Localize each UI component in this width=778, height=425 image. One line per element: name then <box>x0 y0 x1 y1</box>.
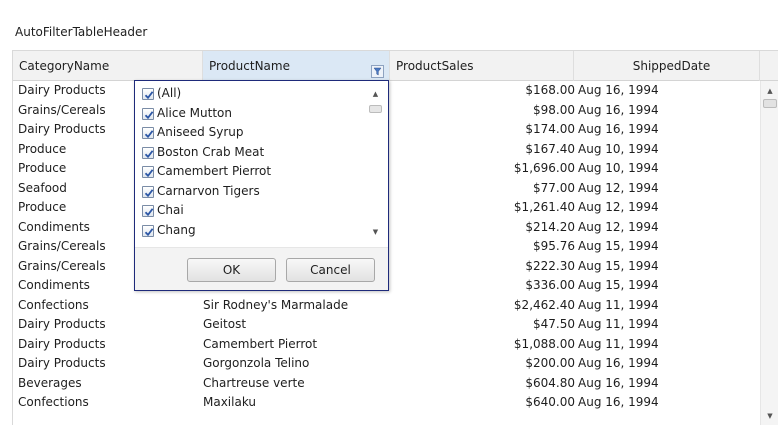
date-cell: Aug 15, 1994 <box>578 239 659 253</box>
sales-cell: $1,088.00 <box>513 336 575 351</box>
column-header-label: ProductSales <box>396 59 474 73</box>
product-cell: Chartreuse verte <box>203 375 305 390</box>
table-row[interactable]: Dairy Products Gorgonzola Telino $200.00 Au… <box>13 354 760 374</box>
cancel-button[interactable]: Cancel <box>286 258 375 282</box>
date-cell: Aug 15, 1994 <box>578 278 659 292</box>
sales-cell: $2,462.40 <box>513 297 575 312</box>
sales-cell: $167.40 <box>525 141 575 156</box>
scroll-down-arrow-icon[interactable]: ▼ <box>761 410 778 422</box>
category-cell: Dairy Products <box>18 356 106 370</box>
product-cell: Camembert Pierrot <box>203 336 318 351</box>
scrollbar-thumb[interactable] <box>369 105 382 113</box>
date-cell: Aug 16, 1994 <box>578 395 659 409</box>
date-cell: Aug 15, 1994 <box>578 258 659 273</box>
filter-option-label: Aniseed Syrup <box>157 125 244 139</box>
filter-popup: (All) Alice Mutton Aniseed Syrup Boston … <box>134 80 389 291</box>
table-row[interactable]: Dairy Products Geitost $47.50 Aug 11, 1994 <box>13 315 760 335</box>
column-header-label: CategoryName <box>19 59 110 73</box>
column-header-sales[interactable]: ProductSales <box>390 51 574 81</box>
product-cell: Maxilaku <box>203 395 257 409</box>
date-cell: Aug 11, 1994 <box>578 336 659 351</box>
data-table: CategoryName ProductName ProductSales Sh… <box>12 50 778 425</box>
checkbox-checked-icon[interactable] <box>142 224 154 237</box>
category-cell: Dairy Products <box>18 336 106 351</box>
checkbox-checked-icon[interactable] <box>142 185 154 198</box>
sales-cell: $1,696.00 <box>513 161 575 175</box>
checkbox-checked-icon[interactable] <box>142 88 154 100</box>
table-header: CategoryName ProductName ProductSales Sh… <box>13 51 778 81</box>
scroll-down-arrow-icon[interactable]: ▼ <box>367 227 384 237</box>
sales-cell: $174.00 <box>525 122 575 136</box>
sales-cell: $1,261.40 <box>513 200 575 214</box>
scrollbar-thumb[interactable] <box>763 99 777 108</box>
date-cell: Aug 10, 1994 <box>578 141 659 156</box>
sales-cell: $222.30 <box>525 258 575 273</box>
checkbox-checked-icon[interactable] <box>142 205 154 217</box>
column-header-filler <box>760 51 778 81</box>
filter-option-label: Alice Mutton <box>157 105 232 120</box>
table-row[interactable]: Beverages Chartreuse verte $604.80 Aug 16, … <box>13 374 760 394</box>
sales-cell: $200.00 <box>525 356 575 370</box>
column-header-date[interactable]: ShippedDate <box>574 51 760 81</box>
filter-option-list: (All) Alice Mutton Aniseed Syrup Boston … <box>139 84 384 246</box>
date-cell: Aug 16, 1994 <box>578 83 659 97</box>
table-row[interactable]: Confections Sir Rodney's Marmalade $2,462.… <box>13 296 760 316</box>
date-cell: Aug 16, 1994 <box>578 122 659 136</box>
category-cell: Confections <box>18 297 89 312</box>
product-cell: Gorgonzola Telino <box>203 356 310 370</box>
sales-cell: $214.20 <box>525 219 575 234</box>
window-title: AutoFilterTableHeader <box>15 25 148 39</box>
filter-option-label: (All) <box>157 86 182 100</box>
checkbox-checked-icon[interactable] <box>142 127 154 139</box>
date-cell: Aug 16, 1994 <box>578 375 659 390</box>
sales-cell: $47.50 <box>533 317 575 331</box>
sales-cell: $604.80 <box>525 375 575 390</box>
product-cell: Geitost <box>203 317 247 331</box>
filter-option-label: Camembert Pierrot <box>157 164 272 178</box>
product-cell: Sir Rodney's Marmalade <box>203 297 349 312</box>
checkbox-checked-icon[interactable] <box>142 166 154 178</box>
scroll-up-arrow-icon[interactable]: ▲ <box>761 85 778 97</box>
category-cell: Dairy Products <box>18 317 106 331</box>
sales-cell: $95.76 <box>533 239 575 253</box>
filter-list-scrollbar[interactable]: ▲ ▼ <box>367 84 384 246</box>
sales-cell: $336.00 <box>525 278 575 292</box>
category-cell: Beverages <box>18 375 82 390</box>
table-vertical-scrollbar[interactable]: ▲ ▼ <box>760 81 778 425</box>
date-cell: Aug 11, 1994 <box>578 317 659 331</box>
checkbox-checked-icon[interactable] <box>142 146 154 159</box>
date-cell: Aug 12, 1994 <box>578 219 659 234</box>
sales-cell: $168.00 <box>525 83 575 97</box>
column-header-label: ShippedDate <box>632 59 711 73</box>
column-header-label: ProductName <box>209 59 290 73</box>
filter-option-label: Chai <box>157 203 184 217</box>
ok-button[interactable]: OK <box>187 258 276 282</box>
column-header-product[interactable]: ProductName <box>203 51 390 81</box>
date-cell: Aug 12, 1994 <box>578 180 659 195</box>
column-header-category[interactable]: CategoryName <box>13 51 203 81</box>
date-cell: Aug 16, 1994 <box>578 102 659 117</box>
funnel-filter-icon[interactable] <box>371 59 384 78</box>
table-row[interactable]: Dairy Products Camembert Pierrot $1,088.00… <box>13 335 760 355</box>
sales-cell: $98.00 <box>533 102 575 117</box>
date-cell: Aug 12, 1994 <box>578 200 659 214</box>
date-cell: Aug 10, 1994 <box>578 161 659 175</box>
sales-cell: $640.00 <box>525 395 575 409</box>
filter-option-label: Chang <box>157 222 196 237</box>
filter-option-label: Boston Crab Meat <box>157 144 265 159</box>
checkbox-checked-icon[interactable] <box>142 107 154 120</box>
table-row[interactable]: Confections Maxilaku $640.00 Aug 16, 1994 <box>13 393 760 413</box>
date-cell: Aug 11, 1994 <box>578 297 659 312</box>
sales-cell: $77.00 <box>533 180 575 195</box>
date-cell: Aug 16, 1994 <box>578 356 659 370</box>
scroll-up-arrow-icon[interactable]: ▲ <box>367 89 384 99</box>
popup-button-bar: OK Cancel <box>135 248 388 290</box>
filter-option-label: Carnarvon Tigers <box>157 183 260 198</box>
category-cell: Confections <box>18 395 89 409</box>
